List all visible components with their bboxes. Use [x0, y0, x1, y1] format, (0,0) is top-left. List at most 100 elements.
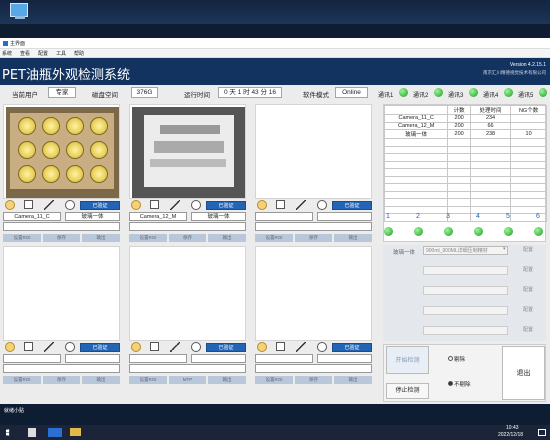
verify-button[interactable]: 已验证 [80, 201, 120, 210]
verify-button[interactable]: 已验证 [206, 201, 246, 210]
output-button[interactable]: 输出 [334, 234, 372, 242]
line-tool-icon[interactable] [44, 342, 54, 352]
output-button[interactable]: 输出 [208, 376, 246, 384]
save-button[interactable]: 保存 [43, 376, 80, 384]
target-icon[interactable] [131, 200, 141, 210]
app-taskbar-icon[interactable] [48, 428, 62, 437]
config-select[interactable]: 900ml_900ML详细压制精材 [423, 246, 508, 255]
settings-gear-icon[interactable] [317, 342, 327, 352]
product-field[interactable]: 玻璃一体 [65, 212, 120, 221]
settings-gear-icon[interactable] [65, 200, 75, 210]
status-text: 就绪小贴 [4, 408, 25, 414]
line-tool-icon[interactable] [296, 200, 306, 210]
no-reject-radio[interactable] [448, 381, 453, 386]
rectangle-tool-icon[interactable] [276, 200, 285, 209]
comm-led-2 [434, 88, 443, 97]
roi-button[interactable]: 设置ROI [255, 234, 293, 242]
computer-desktop-icon[interactable] [10, 3, 28, 19]
settings-gear-icon[interactable] [317, 200, 327, 210]
target-icon[interactable] [257, 200, 267, 210]
target-icon[interactable] [5, 342, 15, 352]
config-button[interactable]: 配置 [513, 286, 543, 295]
output-button[interactable]: 输出 [82, 234, 120, 242]
output-button[interactable]: 输出 [82, 376, 120, 384]
settings-gear-icon[interactable] [65, 342, 75, 352]
camera-name-field[interactable] [255, 354, 313, 363]
reject-radio[interactable] [448, 356, 453, 361]
channel-led [474, 227, 483, 236]
line-tool-icon[interactable] [44, 200, 54, 210]
rectangle-tool-icon[interactable] [24, 342, 33, 351]
line-tool-icon[interactable] [170, 200, 180, 210]
settings-gear-icon[interactable] [191, 200, 201, 210]
line-tool-icon[interactable] [170, 342, 180, 352]
channel-led [414, 227, 423, 236]
roi-button[interactable]: 设置ROI [3, 234, 41, 242]
config-button[interactable]: 配置 [513, 266, 543, 275]
stop-button[interactable]: 停止检测 [386, 383, 429, 399]
product-field[interactable] [317, 212, 372, 221]
roi-button[interactable]: 设置ROI [255, 376, 293, 384]
windows-start-icon[interactable] [6, 429, 10, 436]
chevron-down-icon[interactable]: ▾ [503, 246, 506, 252]
target-icon[interactable] [5, 200, 15, 210]
notification-icon[interactable] [538, 429, 546, 436]
exit-button[interactable]: 退出 [502, 346, 545, 400]
save-button[interactable]: 保存 [43, 234, 80, 242]
menu-tools[interactable]: 工具 [56, 50, 66, 57]
start-button[interactable]: 开始检测 [386, 346, 429, 374]
result-field [129, 364, 246, 373]
verify-button[interactable]: 已验证 [80, 343, 120, 352]
product-field[interactable]: 玻璃一体 [191, 212, 246, 221]
camera-view[interactable] [3, 246, 120, 341]
settings-gear-icon[interactable] [191, 342, 201, 352]
config-select[interactable] [423, 286, 508, 295]
camera-view[interactable] [129, 104, 246, 199]
camera-view[interactable] [3, 104, 120, 199]
rectangle-tool-icon[interactable] [276, 342, 285, 351]
camera-name-field[interactable] [255, 212, 313, 221]
roi-button[interactable]: 设置ROI [3, 376, 41, 384]
folder-icon[interactable] [70, 428, 81, 436]
save-button[interactable]: 保存 [295, 376, 332, 384]
config-select[interactable] [423, 266, 508, 275]
product-field[interactable] [65, 354, 120, 363]
output-button[interactable]: 输出 [334, 376, 372, 384]
roi-button[interactable]: 设置ROI [129, 234, 167, 242]
menu-config[interactable]: 配置 [38, 50, 48, 57]
calculator-icon[interactable] [28, 428, 36, 437]
output-button[interactable]: 输出 [208, 234, 246, 242]
camera-name-field[interactable]: Camera_12_M [129, 212, 187, 221]
config-select[interactable] [423, 326, 508, 335]
camera-name-field[interactable] [129, 354, 187, 363]
roi-button[interactable]: 设置ROI [129, 376, 167, 384]
camera-name-field[interactable] [3, 354, 61, 363]
verify-button[interactable]: 已验证 [332, 201, 372, 210]
config-label: 玻璃一体 [393, 250, 416, 256]
config-button[interactable]: 配置 [513, 246, 543, 255]
camera-name-field[interactable]: Camera_11_C [3, 212, 61, 221]
save-button[interactable]: 保存 [295, 234, 332, 242]
save-button[interactable]: 保存 [169, 234, 206, 242]
verify-button[interactable]: 已验证 [332, 343, 372, 352]
product-field[interactable] [317, 354, 372, 363]
line-tool-icon[interactable] [296, 342, 306, 352]
target-icon[interactable] [131, 342, 141, 352]
menu-system[interactable]: 系统 [2, 50, 12, 57]
target-icon[interactable] [257, 342, 267, 352]
camera-view[interactable] [255, 104, 372, 199]
config-button[interactable]: 配置 [513, 306, 543, 315]
verify-button[interactable]: 已验证 [206, 343, 246, 352]
rectangle-tool-icon[interactable] [24, 200, 33, 209]
menu-view[interactable]: 查看 [20, 50, 30, 57]
product-field[interactable] [191, 354, 246, 363]
rectangle-tool-icon[interactable] [150, 200, 159, 209]
rectangle-tool-icon[interactable] [150, 342, 159, 351]
channel-num: 6 [536, 213, 540, 220]
save-button[interactable]: MTP [169, 376, 206, 384]
config-select[interactable] [423, 306, 508, 315]
camera-view[interactable] [129, 246, 246, 341]
camera-view[interactable] [255, 246, 372, 341]
menu-help[interactable]: 帮助 [74, 50, 84, 57]
config-button[interactable]: 配置 [513, 326, 543, 335]
